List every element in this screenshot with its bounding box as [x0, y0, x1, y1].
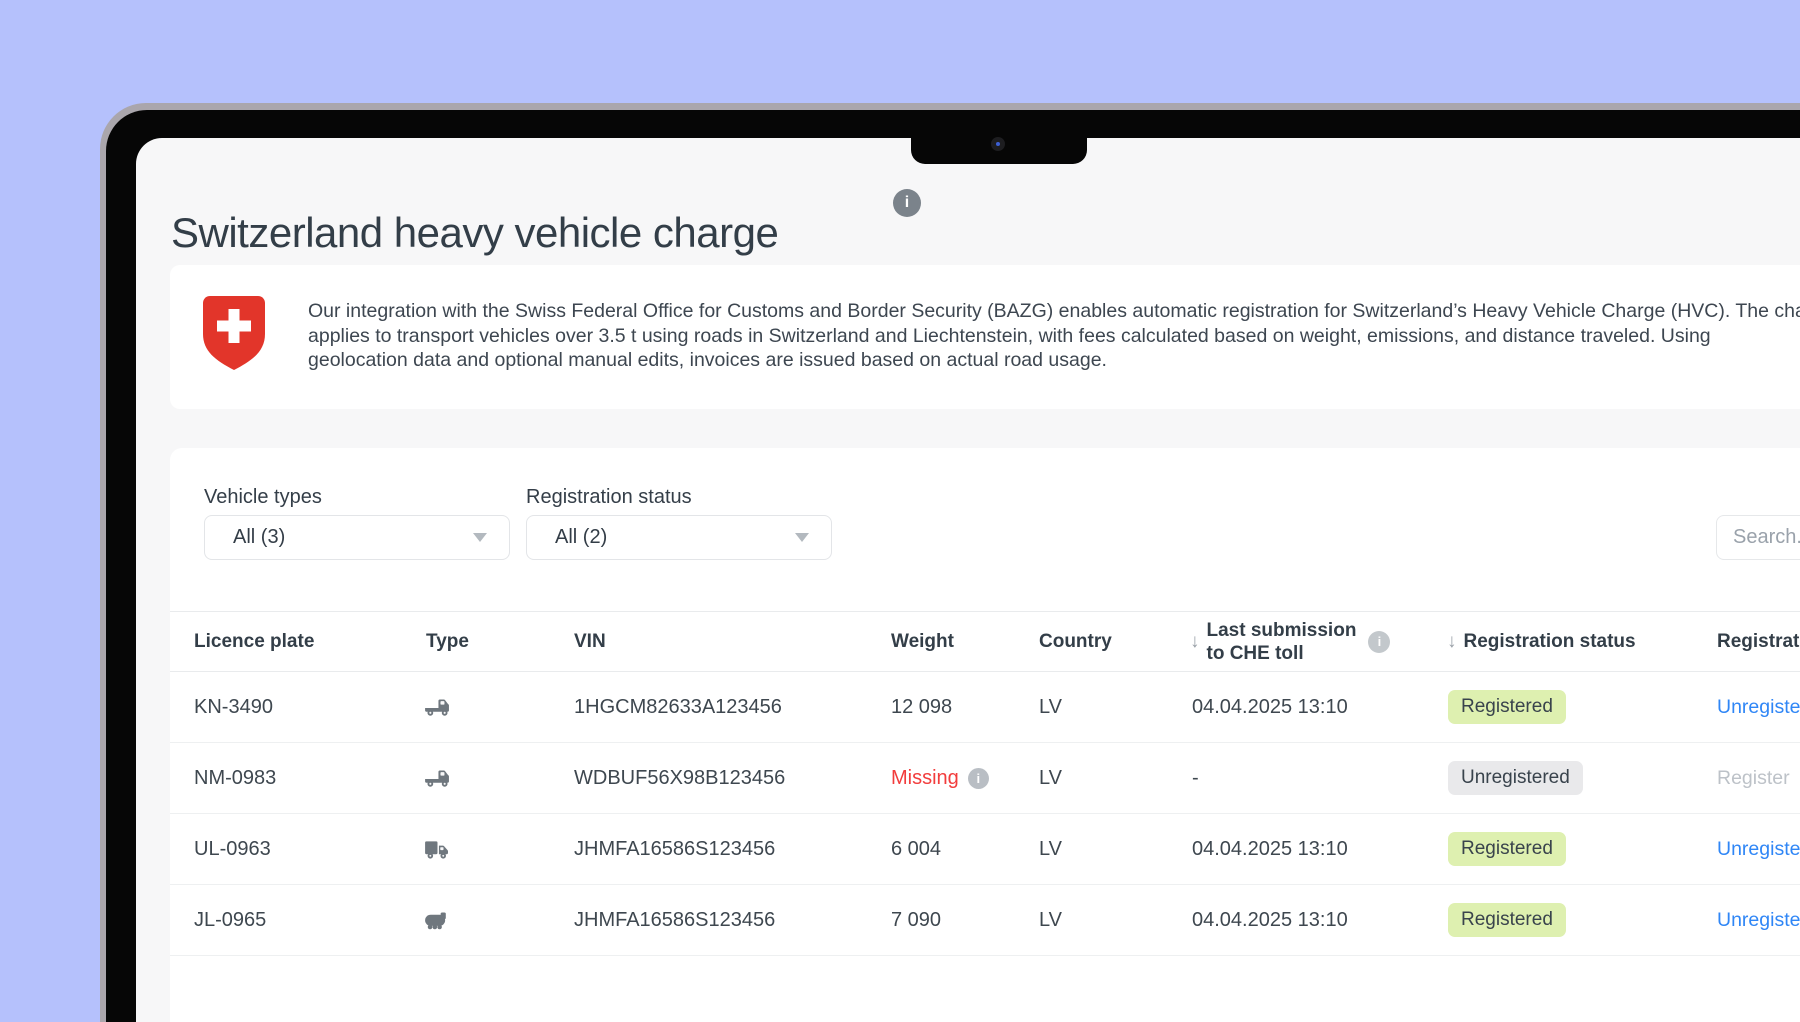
licence-plate-cell: KN-3490 [194, 672, 273, 742]
header-registration-status[interactable]: ↓ Registration status [1447, 612, 1636, 671]
weight-cell: Missing i [891, 743, 989, 813]
registration-status-dropdown[interactable]: All (2) [526, 515, 832, 560]
weight-value: 12 098 [891, 696, 952, 719]
table-row: KN-3490 1HGCM82633A123456 12 098 LV 04.0… [170, 672, 1800, 743]
registration-status-label: Registration status [526, 486, 692, 509]
header-weight: Weight [891, 612, 954, 671]
registration-status-cell: Unregistered [1448, 743, 1583, 813]
registration-action-link[interactable]: Unregister [1717, 814, 1800, 884]
vin-cell: JHMFA16586S123456 [574, 814, 775, 884]
vehicle-types-label: Vehicle types [204, 486, 322, 509]
chevron-down-icon [473, 533, 487, 542]
table-row: JL-0965 JHMFA16586S123456 7 090 LV 04.04… [170, 885, 1800, 956]
vin-cell: WDBUF56X98B123456 [574, 743, 785, 813]
status-badge: Unregistered [1448, 761, 1583, 795]
header-country: Country [1039, 612, 1112, 671]
type-cell [424, 743, 451, 813]
weight-value: 7 090 [891, 909, 941, 932]
table-row: UL-0963 JHMFA16586S123456 6 004 LV 04.04… [170, 814, 1800, 885]
licence-plate-cell: JL-0965 [194, 885, 266, 955]
table-body: KN-3490 1HGCM82633A123456 12 098 LV 04.0… [170, 672, 1800, 956]
country-cell: LV [1039, 885, 1062, 955]
registration-action-link[interactable]: Unregister [1717, 885, 1800, 955]
semi-truck-icon [424, 768, 451, 789]
type-cell [424, 814, 451, 884]
info-icon[interactable]: i [968, 768, 989, 789]
box-truck-icon [424, 839, 451, 860]
header-registration: Registration [1717, 612, 1800, 671]
weight-value: Missing [891, 767, 959, 790]
weight-cell: 7 090 [891, 885, 941, 955]
licence-plate-cell: NM-0983 [194, 743, 276, 813]
status-badge: Registered [1448, 690, 1566, 724]
table-row: NM-0983 WDBUF56X98B123456 Missing i LV -… [170, 743, 1800, 814]
last-submission-cell: - [1192, 743, 1199, 813]
laptop-screen: Switzerland heavy vehicle charge i Our i… [136, 138, 1800, 1022]
intro-description: Our integration with the Swiss Federal O… [308, 299, 1800, 373]
header-vin: VIN [574, 612, 606, 671]
registration-status-value: All (2) [555, 526, 607, 549]
vehicle-types-dropdown[interactable]: All (3) [204, 515, 510, 560]
page-title: Switzerland heavy vehicle charge [171, 210, 778, 256]
registration-action-link: Register [1717, 743, 1790, 813]
last-submission-cell: 04.04.2025 13:10 [1192, 885, 1348, 955]
type-cell [424, 672, 451, 742]
vin-cell: 1HGCM82633A123456 [574, 672, 782, 742]
vin-cell: JHMFA16586S123456 [574, 885, 775, 955]
tanker-truck-icon [424, 910, 451, 931]
country-cell: LV [1039, 672, 1062, 742]
chevron-down-icon [795, 533, 809, 542]
registration-status-cell: Registered [1448, 885, 1566, 955]
status-badge: Registered [1448, 903, 1566, 937]
swiss-flag-icon [203, 296, 265, 370]
registration-status-cell: Registered [1448, 672, 1566, 742]
sort-descending-icon: ↓ [1447, 631, 1457, 653]
sort-descending-icon: ↓ [1190, 631, 1200, 653]
weight-value: 6 004 [891, 838, 941, 861]
last-submission-cell: 04.04.2025 13:10 [1192, 672, 1348, 742]
intro-line: Our integration with the Swiss Federal O… [308, 299, 1800, 324]
camera-icon [991, 137, 1005, 151]
type-cell [424, 885, 451, 955]
country-cell: LV [1039, 814, 1062, 884]
info-icon[interactable]: i [1368, 631, 1390, 653]
vehicles-panel: Vehicle types All (3) Registration statu… [170, 448, 1800, 1022]
info-icon[interactable]: i [893, 189, 921, 217]
semi-truck-icon [424, 697, 451, 718]
intro-line: geolocation data and optional manual edi… [308, 348, 1800, 373]
search-input[interactable] [1716, 515, 1800, 560]
table-header: Licence plate Type VIN Weight Country ↓ … [170, 611, 1800, 672]
weight-cell: 12 098 [891, 672, 952, 742]
status-badge: Registered [1448, 832, 1566, 866]
desktop-background: { "colors": { "background_purple": "#b5c… [0, 0, 1800, 942]
licence-plate-cell: UL-0963 [194, 814, 271, 884]
last-submission-cell: 04.04.2025 13:10 [1192, 814, 1348, 884]
registration-action-link[interactable]: Unregister [1717, 672, 1800, 742]
header-last-submission-label: Last submission to CHE toll [1207, 619, 1357, 665]
weight-cell: 6 004 [891, 814, 941, 884]
registration-status-cell: Registered [1448, 814, 1566, 884]
header-last-submission[interactable]: ↓ Last submission to CHE toll i [1190, 612, 1390, 671]
vehicle-types-value: All (3) [233, 526, 285, 549]
intro-line: applies to transport vehicles over 3.5 t… [308, 324, 1800, 349]
intro-card: Our integration with the Swiss Federal O… [170, 265, 1800, 409]
header-type: Type [426, 612, 469, 671]
country-cell: LV [1039, 743, 1062, 813]
header-licence-plate: Licence plate [194, 612, 314, 671]
